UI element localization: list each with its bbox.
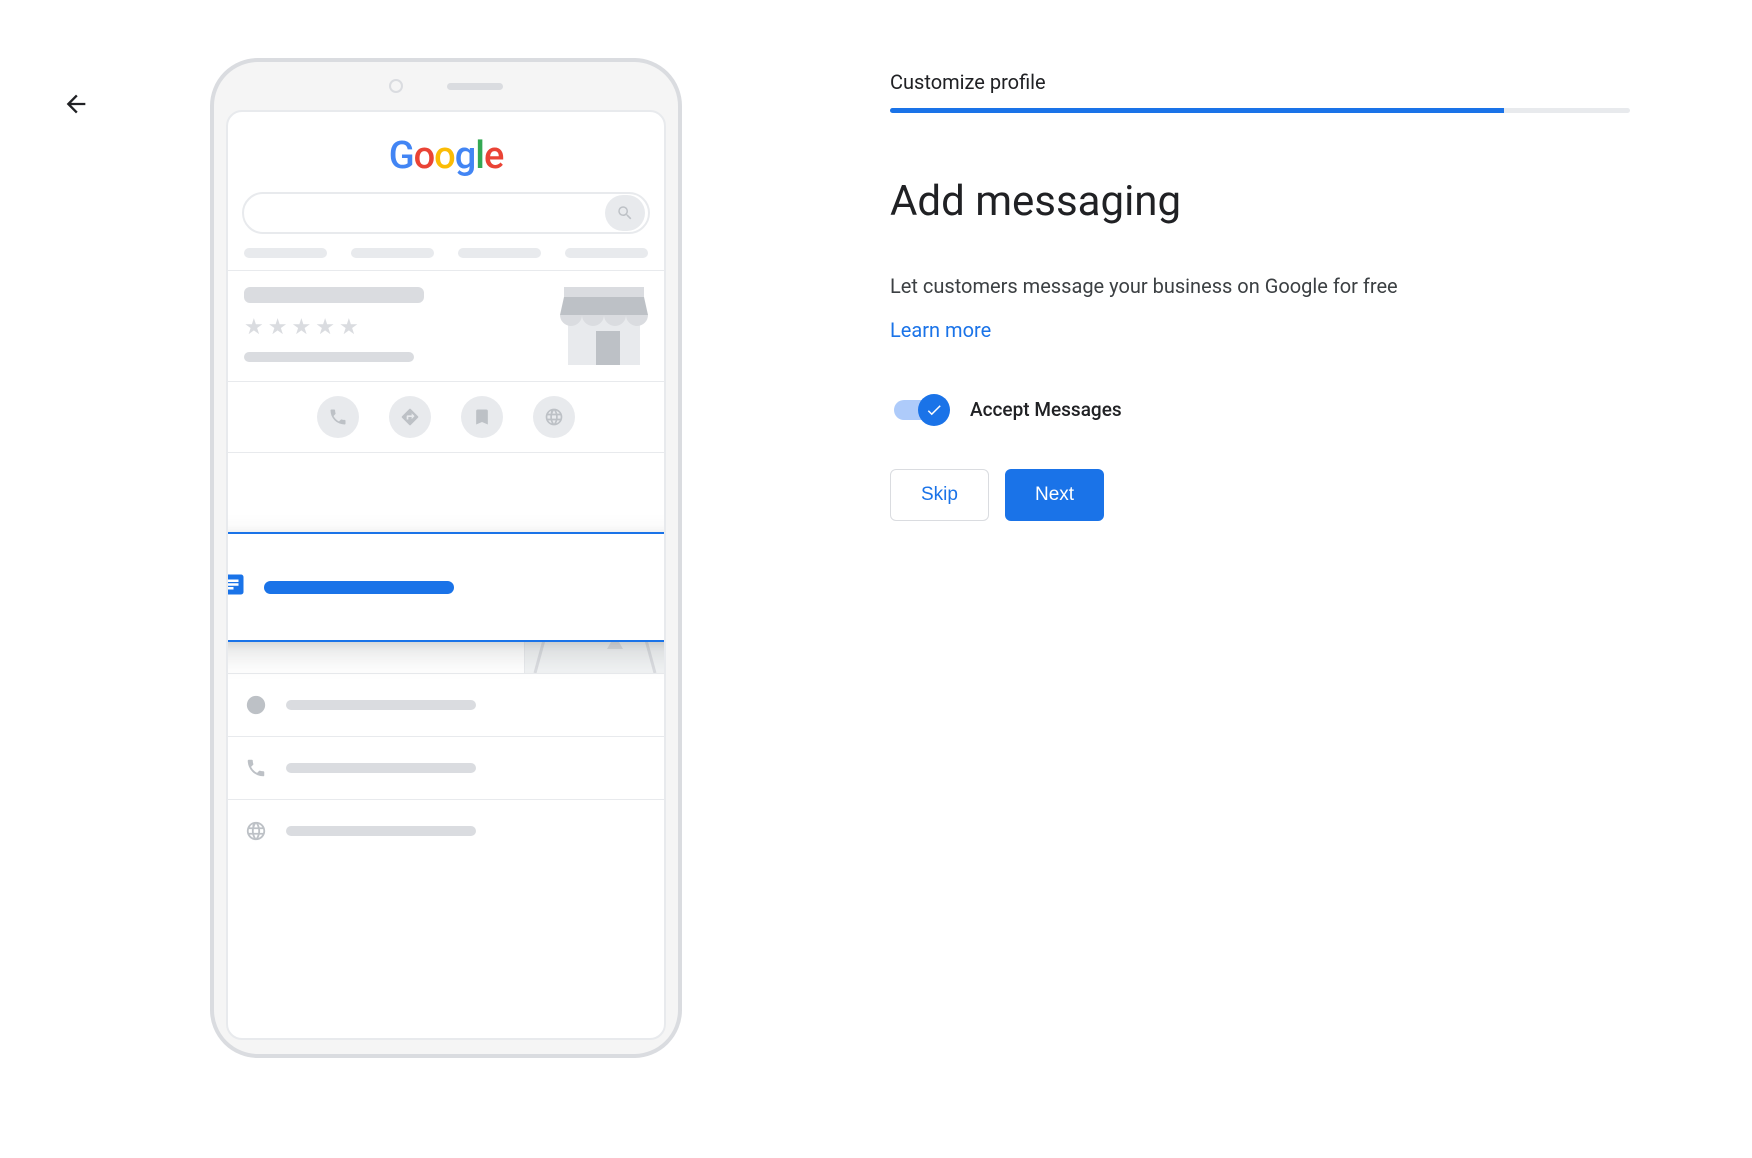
globe-icon [244,820,268,842]
page-description: Let customers message your business on G… [890,274,1630,298]
accept-messages-toggle[interactable] [894,400,944,420]
main-content: Customize profile Add messaging Let cust… [890,70,1630,521]
check-icon [925,401,943,419]
storefront-icon [560,287,648,365]
skip-button[interactable]: Skip [890,469,989,521]
messaging-highlight-card [226,532,666,642]
learn-more-link[interactable]: Learn more [890,318,991,342]
website-icon [533,396,575,438]
call-icon [317,396,359,438]
search-bar-placeholder [242,192,650,234]
message-icon [226,572,246,602]
phone-illustration: Google ★★★★★ [210,58,682,1058]
progress-bar [890,108,1630,113]
save-icon [461,396,503,438]
google-logo: Google [228,112,664,192]
directions-icon [389,396,431,438]
next-button[interactable]: Next [1005,469,1104,521]
page-title: Add messaging [890,177,1630,226]
phone-icon [244,757,268,779]
clock-icon [244,694,268,716]
back-button[interactable] [60,88,92,120]
step-label: Customize profile [890,70,1630,94]
search-icon [616,204,634,222]
arrow-left-icon [62,90,90,118]
toggle-label: Accept Messages [970,398,1122,421]
progress-fill [890,108,1504,113]
